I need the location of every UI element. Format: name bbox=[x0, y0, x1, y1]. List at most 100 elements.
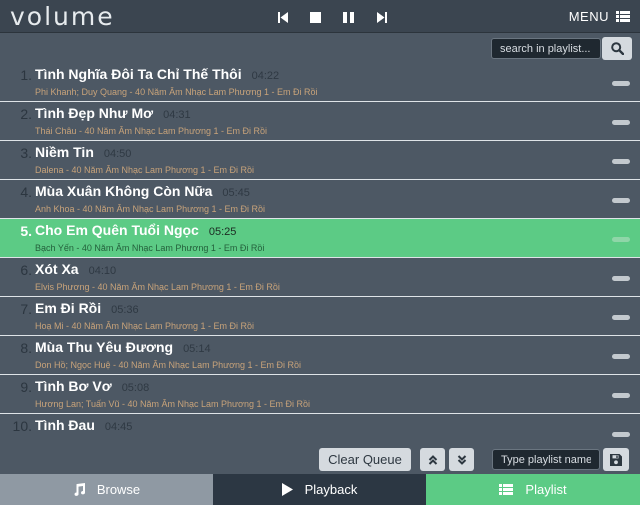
track-title: Em Đi Rồi bbox=[35, 300, 102, 316]
track-title: Cho Em Quên Tuổi Ngọc bbox=[35, 222, 199, 238]
transport-controls bbox=[266, 9, 398, 25]
track-duration: 04:50 bbox=[103, 148, 132, 160]
track-meta: Dalena - 40 Năm Âm Nhạc Lam Phương 1 - E… bbox=[35, 165, 255, 175]
tab-playback[interactable]: Playback bbox=[213, 474, 426, 505]
track-duration: 05:14 bbox=[183, 343, 211, 355]
track-title: Tình Đẹp Như Mơ bbox=[35, 105, 154, 121]
track-meta: Hoạ Mi - 40 Năm Âm Nhạc Lam Phương 1 - E… bbox=[35, 321, 254, 331]
track-number: 9. bbox=[20, 379, 32, 395]
track-title-line: Em Đi Rồi 05:36 bbox=[35, 300, 139, 316]
drag-handle[interactable] bbox=[612, 276, 630, 281]
track-number: 4. bbox=[20, 184, 32, 200]
track-number: 3. bbox=[20, 145, 32, 161]
track-title-line: Cho Em Quên Tuổi Ngọc 05:25 bbox=[35, 222, 236, 238]
track-number: 6. bbox=[20, 262, 32, 278]
drag-handle[interactable] bbox=[612, 120, 630, 125]
stop-icon bbox=[310, 11, 321, 23]
track-duration: 04:45 bbox=[104, 421, 133, 433]
track-row[interactable]: 4. Mùa Xuân Không Còn Nữa 05:45 Anh Khoa - … bbox=[0, 180, 640, 219]
track-title: Tình Đau bbox=[35, 417, 95, 433]
drag-handle[interactable] bbox=[612, 393, 630, 398]
drag-handle[interactable] bbox=[612, 354, 630, 359]
queue-controls: Clear Queue bbox=[0, 445, 640, 474]
tab-playback-label: Playback bbox=[304, 482, 358, 497]
footer-tabs: Browse Playback Playlist bbox=[0, 474, 640, 505]
track-number: 10. bbox=[12, 418, 32, 434]
move-up-button[interactable] bbox=[420, 448, 445, 471]
next-button[interactable] bbox=[365, 9, 398, 25]
search-button[interactable] bbox=[602, 37, 632, 60]
track-duration: 04:10 bbox=[88, 265, 117, 277]
track-title: Tình Nghĩa Đôi Ta Chỉ Thế Thôi bbox=[35, 66, 242, 82]
track-row[interactable]: 1. Tình Nghĩa Đôi Ta Chỉ Thế Thôi 04:22 Phi… bbox=[0, 63, 640, 102]
track-title: Tình Bơ Vơ bbox=[35, 378, 112, 394]
track-row[interactable]: 7. Em Đi Rồi 05:36 Hoạ Mi - 40 Năm Âm Nhạc … bbox=[0, 297, 640, 336]
move-down-button[interactable] bbox=[449, 448, 474, 471]
playlist-name-input[interactable] bbox=[492, 449, 600, 470]
track-row[interactable]: 6. Xót Xa 04:10 Elvis Phương - 40 Năm Âm Nh… bbox=[0, 258, 640, 297]
track-row[interactable]: 2. Tình Đẹp Như Mơ 04:31 Thái Châu - 40 Năm… bbox=[0, 102, 640, 141]
track-title-line: Tình Nghĩa Đôi Ta Chỉ Thế Thôi 04:22 bbox=[35, 66, 279, 82]
track-row[interactable]: 3. Niềm Tin 04:50 Dalena - 40 Năm Âm Nhạc L… bbox=[0, 141, 640, 180]
save-playlist-button[interactable] bbox=[603, 448, 629, 471]
track-meta: Bạch Yến - 40 Năm Âm Nhạc Lam Phương 1 -… bbox=[35, 243, 265, 253]
pause-icon bbox=[343, 11, 354, 23]
drag-handle[interactable] bbox=[612, 432, 630, 437]
tab-playlist[interactable]: Playlist bbox=[426, 474, 640, 505]
track-title-line: Tình Bơ Vơ 05:08 bbox=[35, 378, 149, 394]
list-icon bbox=[499, 484, 514, 495]
track-duration: 05:36 bbox=[111, 304, 139, 316]
track-meta: Thái Châu - 40 Năm Âm Nhạc Lam Phương 1 … bbox=[35, 126, 268, 136]
app-logo: volume bbox=[10, 2, 115, 31]
track-title-line: Tình Đau 04:45 bbox=[35, 417, 132, 433]
search-input[interactable] bbox=[491, 38, 601, 59]
track-number: 7. bbox=[20, 301, 32, 317]
previous-button[interactable] bbox=[266, 9, 299, 25]
track-meta: Phi Khanh; Duy Quang - 40 Năm Âm Nhạc La… bbox=[35, 87, 318, 97]
chevron-double-down-icon bbox=[457, 454, 466, 465]
play-icon bbox=[281, 483, 293, 496]
save-icon bbox=[610, 453, 622, 466]
music-note-icon bbox=[74, 483, 85, 496]
track-title-line: Niềm Tin 04:50 bbox=[35, 144, 131, 160]
pause-button[interactable] bbox=[332, 9, 365, 25]
track-row[interactable]: 10. Tình Đau 04:45 bbox=[0, 414, 640, 445]
track-meta: Don Hồ; Ngọc Huệ - 40 Năm Âm Nhạc Lam Ph… bbox=[35, 360, 302, 370]
track-duration: 04:31 bbox=[163, 109, 191, 121]
search-bar bbox=[0, 33, 640, 63]
track-number: 8. bbox=[20, 340, 32, 356]
tab-browse[interactable]: Browse bbox=[0, 474, 213, 505]
track-row[interactable]: 9. Tình Bơ Vơ 05:08 Hương Lan; Tuấn Vũ - 40… bbox=[0, 375, 640, 414]
drag-handle[interactable] bbox=[612, 237, 630, 242]
drag-handle[interactable] bbox=[612, 81, 630, 86]
drag-handle[interactable] bbox=[612, 198, 630, 203]
clear-queue-button[interactable]: Clear Queue bbox=[319, 448, 411, 471]
menu-button[interactable]: MENU bbox=[569, 9, 630, 24]
track-title-line: Tình Đẹp Như Mơ 04:31 bbox=[35, 105, 191, 121]
track-row[interactable]: 8. Mùa Thu Yêu Đương 05:14 Don Hồ; Ngọc Huệ… bbox=[0, 336, 640, 375]
track-meta: Elvis Phương - 40 Năm Âm Nhạc Lam Phương… bbox=[35, 282, 280, 292]
chevron-double-up-icon bbox=[428, 454, 437, 465]
list-icon bbox=[616, 11, 630, 22]
track-number: 5. bbox=[20, 223, 32, 239]
stop-button[interactable] bbox=[299, 9, 332, 25]
track-title-line: Mùa Thu Yêu Đương 05:14 bbox=[35, 339, 211, 355]
menu-label: MENU bbox=[568, 9, 609, 24]
drag-handle[interactable] bbox=[612, 315, 630, 320]
track-number: 2. bbox=[20, 106, 32, 122]
search-icon bbox=[610, 42, 624, 55]
track-list: 1. Tình Nghĩa Đôi Ta Chỉ Thế Thôi 04:22 Phi… bbox=[0, 63, 640, 445]
track-title: Mùa Thu Yêu Đương bbox=[35, 339, 174, 355]
track-number: 1. bbox=[20, 67, 32, 83]
track-title-line: Xót Xa 04:10 bbox=[35, 261, 116, 277]
track-duration: 05:08 bbox=[121, 382, 150, 394]
track-meta: Anh Khoa - 40 Năm Âm Nhạc Lam Phương 1 -… bbox=[35, 204, 266, 214]
prev-icon bbox=[277, 11, 288, 23]
tab-browse-label: Browse bbox=[96, 482, 141, 497]
track-row-active[interactable]: 5. Cho Em Quên Tuổi Ngọc 05:25 Bạch Yến - 4… bbox=[0, 219, 640, 258]
drag-handle[interactable] bbox=[612, 159, 630, 164]
track-title: Mùa Xuân Không Còn Nữa bbox=[35, 183, 213, 199]
track-duration: 05:25 bbox=[208, 226, 237, 238]
tab-playlist-label: Playlist bbox=[525, 482, 567, 497]
next-icon bbox=[376, 11, 387, 23]
